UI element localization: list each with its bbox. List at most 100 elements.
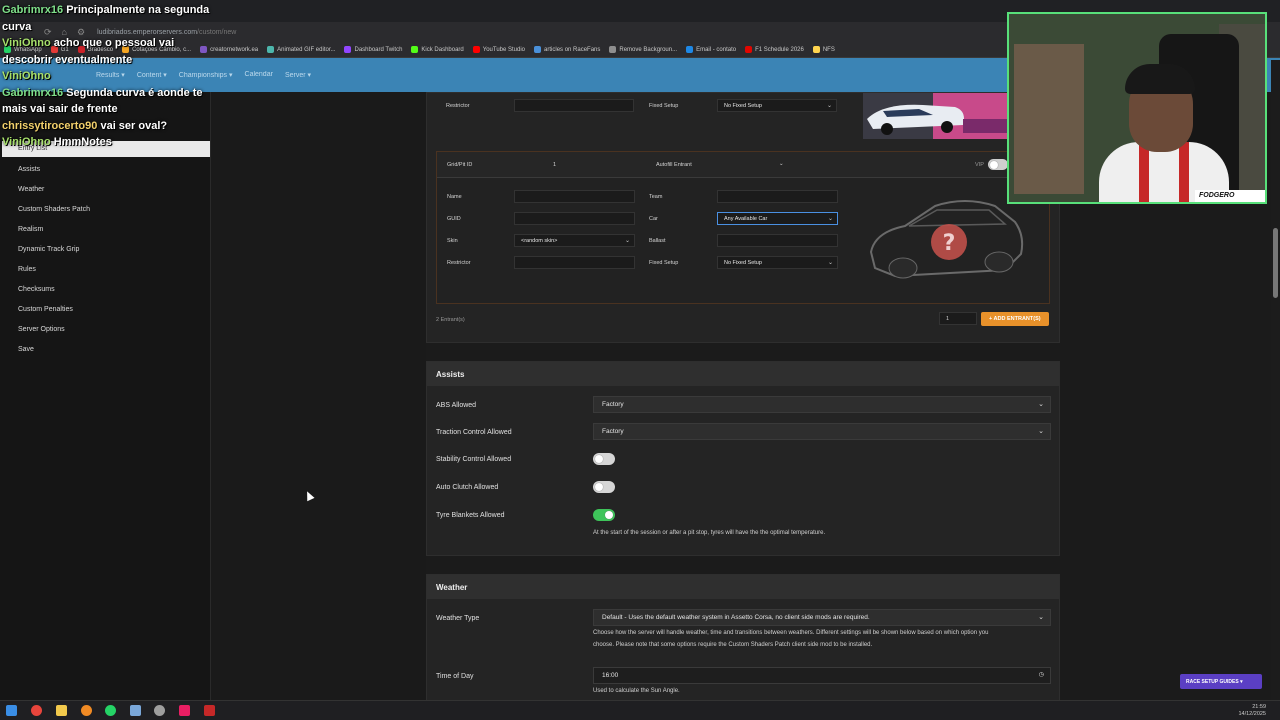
chevron-down-icon: ⌄ [826,103,832,109]
ballast-label: Ballast [649,238,666,244]
clock-time: 21:59 [1252,704,1266,710]
add-entrant-button[interactable]: + ADD ENTRANT(S) [981,312,1049,326]
time-of-day-label: Time of Day [436,673,474,680]
vip-toggle[interactable] [988,159,1008,170]
app-icon[interactable] [81,705,92,716]
auto-clutch-label: Auto Clutch Allowed [436,484,499,491]
shirt-stripe [1179,142,1189,202]
bookmark-favicon-icon [472,46,480,53]
weather-panel: Weather Weather Type Default - Uses the … [426,574,1060,700]
file-explorer-icon[interactable] [56,705,67,716]
bookmark-item[interactable]: Remove Backgroun... [609,46,677,53]
abs-allowed-label: ABS Allowed [436,402,477,409]
bookmark-favicon-icon [686,46,694,53]
chat-username: ViniOhno [2,37,51,49]
fixed-setup-label-1: Fixed Setup [649,103,679,109]
bookmark-item[interactable]: Kick Dashboard [411,46,464,53]
bookmark-label: articles on RaceFans [544,46,601,53]
chrome-icon[interactable] [31,705,42,716]
weather-type-label: Weather Type [436,615,480,622]
sidebar-item-checksums[interactable]: Checksums [18,286,55,293]
tyre-blankets-toggle[interactable] [593,509,615,521]
team-input[interactable] [717,190,838,203]
sidebar-item-save[interactable]: Save [18,346,34,353]
skin-select[interactable]: <random skin> ⌄ [514,234,635,247]
car-select[interactable]: Any Available Car ⌄ [717,212,838,225]
restrictor-label-1: Restrictor [446,103,470,109]
streamer-logo: FODGERO [1195,190,1265,202]
bookmark-item[interactable]: Dashboard Twitch [344,46,402,53]
skin-label: Skin [447,238,458,244]
sidebar-item-custom-penalties[interactable]: Custom Penalties [18,306,73,313]
name-input[interactable] [514,190,635,203]
grid-pit-id-value[interactable]: 1 [553,162,556,168]
bookmark-favicon-icon [812,46,820,53]
chat-text: vai ser oval? [100,119,168,132]
content-gutter [211,92,426,700]
chevron-down-icon: ⌄ [1038,428,1044,435]
chevron-down-icon: ⌄ [1038,401,1044,408]
car-label: Car [649,216,658,222]
grid-pit-id-label: Grid/Pit ID [447,162,473,168]
chevron-down-icon: ⌄ [779,161,784,167]
auto-clutch-toggle[interactable] [593,481,615,493]
fixed-setup-label-2: Fixed Setup [649,260,679,266]
whatsapp-icon[interactable] [105,705,116,716]
windows-start-icon[interactable] [6,705,17,716]
entrant-quantity-input[interactable]: 1 [939,312,977,325]
car-select-value: Any Available Car [724,216,768,222]
page-scrollbar[interactable] [1271,60,1280,700]
system-tray-clock[interactable]: 21:59 14/12/2025 [1238,704,1266,718]
weather-type-value: Default - Uses the default weather syste… [602,614,870,621]
fixed-setup-select-1[interactable]: No Fixed Setup ⌄ [717,99,837,112]
bookmark-item[interactable]: Email - contato [686,46,736,53]
sidebar-item-custom-shaders-patch[interactable]: Custom Shaders Patch [18,206,90,213]
bookmark-label: NFS [822,46,835,53]
ballast-input[interactable] [717,234,838,247]
bookmark-item[interactable]: Animated GIF editor... [267,46,335,53]
bookmark-label: YouTube Studio [482,46,526,53]
stability-control-toggle[interactable] [593,453,615,465]
app-icon[interactable] [179,705,190,716]
steering-wheel-icon[interactable] [154,705,165,716]
bookmark-label: Animated GIF editor... [277,46,336,53]
sidebar-item-realism[interactable]: Realism [18,226,43,233]
restrictor-input-1[interactable] [514,99,634,112]
shirt-stripe [1139,142,1149,202]
abs-allowed-value: Factory [602,401,624,408]
chevron-down-icon: ⌄ [624,238,630,244]
person-cap [1125,64,1195,94]
app-nav-link[interactable]: Calendar [245,71,273,79]
bookmark-favicon-icon [534,46,542,53]
restrictor-input-2[interactable] [514,256,635,269]
bookmark-item[interactable]: articles on RaceFans [534,46,600,53]
sidebar-item-rules[interactable]: Rules [18,266,36,273]
sidebar-item-dynamic-track-grip[interactable]: Dynamic Track Grip [18,246,79,253]
chat-username: Gabrimrx16 [2,4,64,16]
app-nav-link[interactable]: Server ▾ [285,71,311,79]
stream-chat-overlay: Gabrimrx16 Principalmente na segunda cur… [2,2,222,151]
fixed-setup-select-2[interactable]: No Fixed Setup ⌄ [717,256,838,269]
traction-control-select[interactable]: Factory ⌄ [593,423,1051,440]
scrollbar-thumb[interactable] [1273,228,1278,298]
bookmark-item[interactable]: NFS [812,46,835,53]
guid-input[interactable] [514,212,635,225]
sidebar-item-weather[interactable]: Weather [18,186,44,193]
abs-allowed-select[interactable]: Factory ⌄ [593,396,1051,413]
car-livery-preview [863,93,1008,139]
clock-date: 14/12/2025 [1238,711,1266,717]
game-icon[interactable] [204,705,215,716]
weather-type-select[interactable]: Default - Uses the default weather syste… [593,609,1051,626]
race-setup-guides-button[interactable]: RACE SETUP GUIDES ▾ [1180,674,1262,689]
bookmark-item[interactable]: YouTube Studio [472,46,526,53]
time-of-day-input[interactable]: 16:00 ◷ [593,667,1051,684]
app-icon[interactable] [130,705,141,716]
bookmark-item[interactable]: F1 Schedule 2026 [745,46,804,53]
traction-control-label: Traction Control Allowed [436,429,512,436]
chevron-down-icon: ⌄ [1038,614,1044,621]
sidebar-item-server-options[interactable]: Server Options [18,326,65,333]
sidebar: Entry List Assists Weather Custom Shaders … [0,92,211,700]
autofill-entrant-select[interactable]: Autofill Entrant [656,162,692,168]
bookmark-label: Email - contato [696,46,737,53]
sidebar-item-assists[interactable]: Assists [18,166,40,173]
